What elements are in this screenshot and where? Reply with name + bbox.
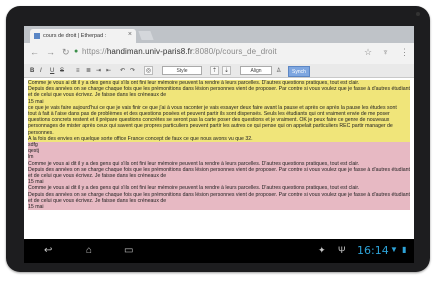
bold-button[interactable]: B [30,66,34,75]
browser-window: cours de droit | Etherpad : × ← → ↻ ● ht… [24,26,414,263]
color-icon[interactable]: ◎ [144,66,153,75]
outdent-icon[interactable]: ⇤ [106,66,111,75]
tab-title: cours de droit | Etherpad : [43,33,107,39]
undo-icon[interactable]: ↶ [120,66,125,75]
import-icon[interactable]: ⇡ [210,66,219,75]
tab-bar: cours de droit | Etherpad : × [24,26,414,43]
new-tab-button[interactable] [138,31,154,40]
pad-line: Comme je vous ai dit il y a des gens qui… [28,185,410,192]
url-prefix: https:// [82,47,107,56]
wifi-icon: ▼ [390,245,398,254]
back-icon[interactable]: ↩ [44,245,52,256]
mic-icon[interactable]: ♆ [382,47,389,57]
close-icon[interactable]: × [128,31,132,38]
align-select[interactable]: Align [240,66,272,75]
url-host: handiman. [106,47,146,56]
export-icon[interactable]: ⇣ [222,66,231,75]
recent-apps-icon[interactable]: ▭ [124,245,133,256]
url-domain: univ-paris8.fr [145,47,193,56]
system-navigation-bar: ↩ ⌂ ▭ ✦ Ψ 16:14 ▼ ▮ [24,239,414,263]
underline-button[interactable]: U [50,66,54,75]
back-icon[interactable]: ← [30,47,39,57]
pad-line: 15 mai [28,204,410,211]
indent-icon[interactable]: ⇥ [96,66,101,75]
app-icon[interactable]: ✦ [318,245,326,256]
home-icon[interactable]: ⌂ [86,245,92,256]
style-select[interactable]: Style [162,66,202,75]
menu-icon[interactable]: ⋮ [400,47,409,58]
unordered-list-icon[interactable]: ≣ [86,66,91,75]
synch-button[interactable]: Synch [288,66,310,77]
camera-dot [416,12,420,16]
redo-icon[interactable]: ↷ [130,66,135,75]
usb-icon: Ψ [338,245,346,255]
users-icon[interactable]: ♙ [276,66,281,75]
pad-editor[interactable]: Comme je vous ai dit il y a des gens qui… [24,78,414,254]
tab-cours-de-droit[interactable]: cours de droit | Etherpad : × [30,29,136,43]
forward-icon[interactable]: → [46,47,55,57]
ordered-list-icon[interactable]: ≡ [76,66,80,75]
lock-icon: ● [74,48,79,55]
editor-toolbar: B I U S ≡ ≣ ⇥ ⇤ ↶ ↷ ◎ Style ⇡ ⇣ Align ♙ … [24,64,414,78]
address-bar: ← → ↻ ● https://handiman.univ-paris8.fr:… [24,43,414,65]
clock: 16:14 [357,244,389,257]
url-field[interactable]: https://handiman.univ-paris8.fr:8080/p/c… [82,47,277,56]
battery-icon: ▮ [402,245,407,254]
url-path: :8080/p/cours_de_droit [192,47,277,56]
pad-line: Depuis des années on se charge chaque fo… [28,191,410,198]
favicon-icon [34,33,40,39]
reload-icon[interactable]: ↻ [62,47,70,58]
star-icon[interactable]: ☆ [364,47,372,58]
pad-line: Comme je vous ai dit il y a des gens qui… [28,160,410,167]
pad-text[interactable]: Comme je vous ai dit il y a des gens qui… [28,80,410,211]
italic-button[interactable]: I [40,66,42,75]
pad-line: personnages de mister après ceux qui sav… [28,123,410,130]
strikethrough-button[interactable]: S [60,66,64,75]
